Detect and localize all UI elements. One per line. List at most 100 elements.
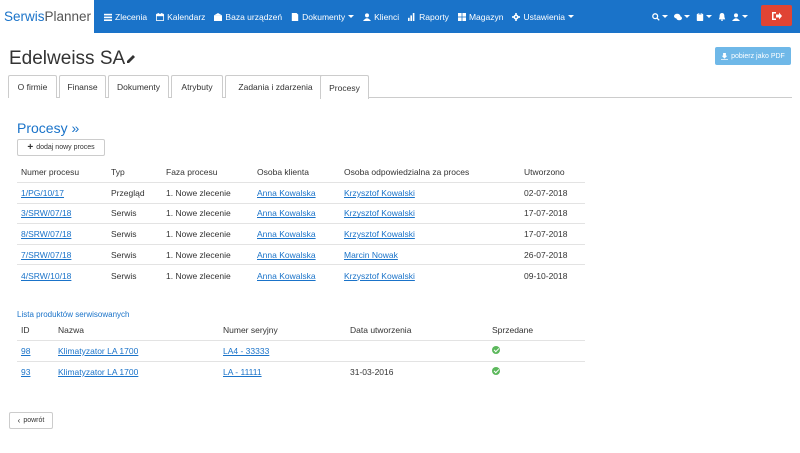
- clipboard-icon: [696, 12, 704, 21]
- messages-menu[interactable]: [674, 13, 690, 21]
- process-number-link[interactable]: 4/SRW/10/18: [21, 271, 71, 281]
- nav-klienci[interactable]: Klienci: [363, 12, 399, 22]
- col-header: Osoba odpowiedzialna za proces: [344, 167, 470, 178]
- processes-table: Numer procesu Typ Faza procesu Osoba kli…: [17, 162, 585, 286]
- pdf-label: pobierz jako PDF: [731, 52, 785, 60]
- nav-ustawienia[interactable]: Ustawienia: [512, 11, 575, 22]
- nav-raporty[interactable]: Raporty: [408, 12, 449, 22]
- brand-logo[interactable]: SerwisPlanner: [0, 0, 94, 33]
- notifications-menu[interactable]: [718, 12, 726, 21]
- col-header: Typ: [111, 167, 125, 178]
- table-row: 4/SRW/10/18 Serwis 1. Nowe zlecenie Anna…: [17, 264, 585, 286]
- user-icon: [363, 12, 372, 21]
- user-icon: [732, 12, 740, 21]
- product-name-link[interactable]: Klimatyzator LA 1700: [58, 346, 138, 356]
- table-row: 3/SRW/07/18 Serwis 1. Nowe zlecenie Anna…: [17, 203, 585, 224]
- chevron-down-icon: [348, 15, 355, 18]
- tab-o-firmie[interactable]: O firmie: [8, 75, 57, 98]
- calendar-icon: [156, 12, 165, 21]
- responsible-person-link[interactable]: Krzysztof Kowalski: [344, 271, 415, 281]
- responsible-person-link[interactable]: Krzysztof Kowalski: [344, 229, 415, 239]
- nav-label: Baza urządzeń: [225, 11, 283, 22]
- table-row: 93 Klimatyzator LA 1700 LA - 11111 31-03…: [17, 361, 585, 382]
- tab-procesy[interactable]: Procesy: [320, 75, 369, 99]
- add-process-label: dodaj nowy proces: [36, 144, 95, 151]
- gear-icon: [512, 12, 521, 21]
- tasks-menu[interactable]: [696, 12, 712, 21]
- sign-out-icon: [771, 11, 782, 20]
- nav-label: Zlecenia: [115, 11, 148, 22]
- check-circle-icon: [492, 366, 500, 375]
- nav-kalendarz[interactable]: Kalendarz: [156, 12, 205, 22]
- chevron-down-icon: [684, 15, 690, 18]
- download-icon: [721, 52, 729, 60]
- product-name-link[interactable]: Klimatyzator LA 1700: [58, 367, 138, 377]
- chevron-down-icon: [706, 15, 712, 18]
- processes-title[interactable]: Procesy »: [17, 120, 79, 136]
- warehouse-icon: [457, 12, 466, 21]
- logout-button[interactable]: [761, 5, 792, 26]
- process-phase: 1. Nowe zlecenie: [166, 208, 231, 219]
- plus-icon: +: [27, 142, 34, 153]
- nav-label: Kalendarz: [167, 11, 206, 22]
- nav-label: Dokumenty: [302, 11, 346, 22]
- col-header: ID: [21, 325, 30, 336]
- created-date: 17-07-2018: [524, 208, 568, 219]
- tab-bar: O firmie Finanse Dokumenty Atrybuty Zada…: [8, 75, 792, 99]
- process-phase: 1. Nowe zlecenie: [166, 187, 231, 198]
- col-header: Osoba klienta: [257, 167, 309, 178]
- responsible-person-link[interactable]: Krzysztof Kowalski: [344, 188, 415, 198]
- check-circle-icon: [492, 345, 500, 354]
- process-type: Serwis: [111, 270, 137, 281]
- responsible-person-link[interactable]: Krzysztof Kowalski: [344, 208, 415, 218]
- responsible-person-link[interactable]: Marcin Nowak: [344, 250, 398, 260]
- back-label: powrót: [23, 417, 45, 424]
- serial-number-link[interactable]: LA - 11111: [223, 367, 262, 377]
- table-row: 98 Klimatyzator LA 1700 LA4 - 33333: [17, 340, 585, 362]
- nav-zlecenia[interactable]: Zlecenia: [104, 12, 147, 22]
- col-header: Nazwa: [58, 325, 84, 336]
- back-button[interactable]: ‹ powrót: [9, 412, 53, 429]
- client-person-link[interactable]: Anna Kowalska: [257, 271, 316, 281]
- client-person-link[interactable]: Anna Kowalska: [257, 229, 316, 239]
- top-navbar: SerwisPlanner Zlecenia Kalendarz Baza ur…: [0, 0, 800, 33]
- nav-baza-urzadzen[interactable]: Baza urządzeń: [214, 12, 282, 22]
- process-type: Przegląd: [111, 187, 145, 198]
- tab-dokumenty[interactable]: Dokumenty: [108, 75, 169, 98]
- process-number-link[interactable]: 7/SRW/07/18: [21, 250, 71, 260]
- col-header: Sprzedane: [492, 325, 534, 336]
- nav-magazyn[interactable]: Magazyn: [457, 12, 503, 22]
- table-row: 8/SRW/07/18 Serwis 1. Nowe zlecenie Anna…: [17, 223, 585, 245]
- process-number-link[interactable]: 8/SRW/07/18: [21, 229, 71, 239]
- main-nav: Zlecenia Kalendarz Baza urządzeń Dokumen…: [104, 0, 583, 33]
- user-menu[interactable]: [732, 12, 748, 21]
- products-title: Lista produktów serwisowanych: [17, 310, 130, 319]
- chevron-down-icon: [662, 15, 668, 18]
- client-person-link[interactable]: Anna Kowalska: [257, 208, 316, 218]
- client-person-link[interactable]: Anna Kowalska: [257, 188, 316, 198]
- comments-icon: [674, 13, 682, 20]
- nav-tools: [646, 0, 748, 33]
- process-number-link[interactable]: 1/PG/10/17: [21, 188, 64, 198]
- col-header: Utworzono: [524, 167, 565, 178]
- process-number-link[interactable]: 3/SRW/07/18: [21, 208, 71, 218]
- tab-atrybuty[interactable]: Atrybuty: [171, 75, 223, 98]
- serial-number-link[interactable]: LA4 - 33333: [223, 346, 269, 356]
- document-icon: [291, 12, 299, 21]
- brand-part-1: Serwis: [4, 9, 45, 24]
- search-menu[interactable]: [652, 12, 668, 21]
- download-pdf-button[interactable]: pobierz jako PDF: [715, 47, 791, 65]
- tab-zadania-i-zdarzenia[interactable]: Zadania i zdarzenia: [225, 75, 326, 98]
- tab-finanse[interactable]: Finanse: [59, 75, 106, 98]
- pencil-icon[interactable]: [126, 54, 136, 64]
- chevron-down-icon: [568, 15, 575, 18]
- product-id-link[interactable]: 98: [21, 346, 30, 356]
- client-person-link[interactable]: Anna Kowalska: [257, 250, 316, 260]
- bell-icon: [718, 12, 726, 21]
- nav-dokumenty[interactable]: Dokumenty: [291, 11, 355, 22]
- product-id-link[interactable]: 93: [21, 367, 30, 377]
- table-header-row: ID Nazwa Numer seryjny Data utworzenia S…: [17, 320, 585, 341]
- nav-label: Ustawienia: [523, 11, 566, 22]
- add-process-button[interactable]: + dodaj nowy proces: [17, 139, 105, 156]
- table-row: 7/SRW/07/18 Serwis 1. Nowe zlecenie Anna…: [17, 244, 585, 265]
